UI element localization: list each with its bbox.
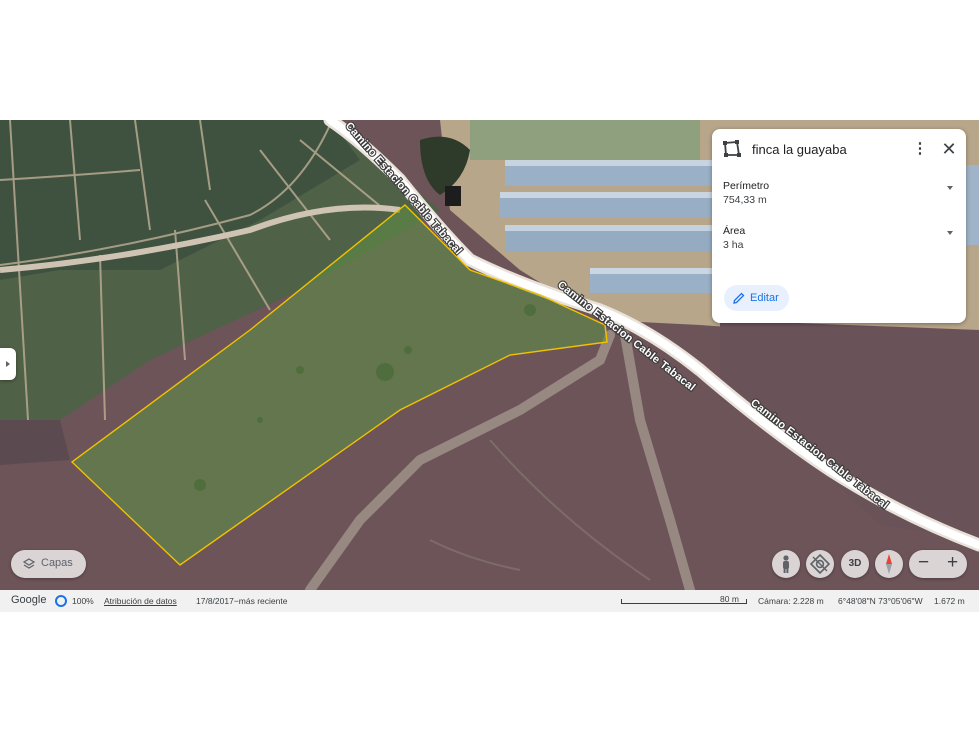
chevron-right-icon <box>6 361 10 367</box>
layers-icon <box>23 558 35 569</box>
expand-panel-button[interactable] <box>0 348 16 380</box>
area-label: Área <box>723 225 746 237</box>
map-footer: Google 100% Atribución de datos 17/8/201… <box>0 590 979 612</box>
street-view-button[interactable] <box>772 550 800 578</box>
compass-button[interactable] <box>875 550 903 578</box>
zoom-out-button[interactable]: − <box>909 550 938 578</box>
opacity-value: 100% <box>72 596 94 606</box>
pencil-icon <box>733 292 745 304</box>
coordinates: 6°48'08"N 73°05'06"W <box>838 596 923 606</box>
more-options-icon[interactable]: ⋮ <box>912 139 928 159</box>
scale-label: 80 m <box>720 594 739 604</box>
pegman-icon <box>783 555 789 573</box>
zoom-control[interactable]: − + <box>909 550 967 578</box>
layers-button[interactable]: Capas <box>11 550 86 578</box>
area-metric[interactable]: Área 3 ha <box>723 225 953 251</box>
polygon-shape-icon <box>723 140 741 157</box>
imagery-date: 17/8/2017−más reciente <box>196 596 288 606</box>
camera-altitude: Cámara: 2.228 m <box>758 596 824 606</box>
card-title: finca la guayaba <box>752 142 847 157</box>
perimeter-value: 754,33 m <box>723 194 767 206</box>
elevation: 1.672 m <box>934 596 965 606</box>
compass-icon <box>886 554 892 574</box>
area-value: 3 ha <box>723 239 744 251</box>
opacity-icon[interactable] <box>55 595 67 607</box>
layers-label: Capas <box>41 557 73 569</box>
3d-toggle-button[interactable]: 3D <box>841 550 869 578</box>
3d-label: 3D <box>848 558 862 569</box>
card-header: finca la guayaba ⋮ ✕ <box>712 129 966 169</box>
dropdown-arrow-icon[interactable] <box>947 231 953 235</box>
zoom-in-button[interactable]: + <box>938 550 967 578</box>
perimeter-label: Perímetro <box>723 180 770 192</box>
dropdown-arrow-icon[interactable] <box>947 186 953 190</box>
edit-label: Editar <box>750 292 779 304</box>
google-logo: Google <box>11 594 47 606</box>
rotate-icon <box>809 553 831 575</box>
close-icon[interactable]: ✕ <box>940 139 958 159</box>
data-attribution-link[interactable]: Atribución de datos <box>104 596 177 606</box>
place-info-card: finca la guayaba ⋮ ✕ Perímetro 754,33 m … <box>712 129 966 323</box>
rotate-view-button[interactable] <box>806 550 834 578</box>
edit-button[interactable]: Editar <box>724 285 789 311</box>
perimeter-metric[interactable]: Perímetro 754,33 m <box>723 180 953 206</box>
